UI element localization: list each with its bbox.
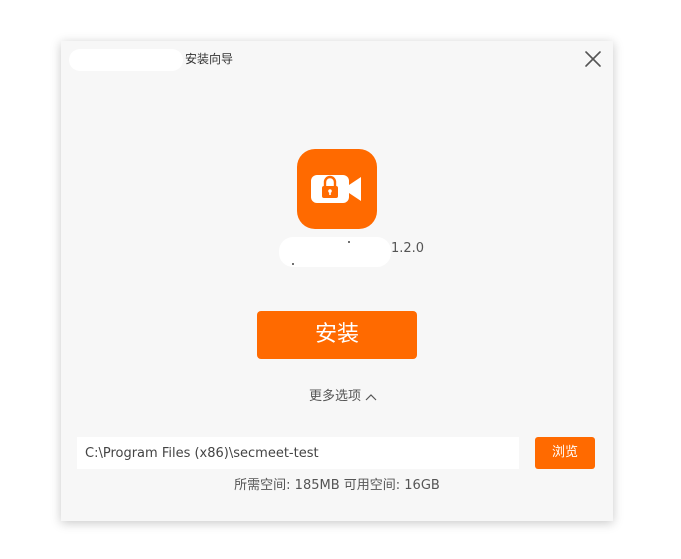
install-path-input[interactable] xyxy=(77,437,519,469)
redaction-artifact xyxy=(292,263,294,265)
close-button[interactable] xyxy=(583,49,603,69)
close-icon xyxy=(585,51,601,67)
install-button[interactable]: 安装 xyxy=(257,311,417,359)
disk-space-info: 所需空间: 185MB 可用空间: 16GB xyxy=(234,478,440,493)
redacted-title-region xyxy=(69,49,183,71)
installer-window: 安装向导 1.2.0 安装 更多选项 浏览 所需空间: 185MB 可用空间: … xyxy=(61,41,613,521)
chevron-up-icon xyxy=(365,394,377,401)
video-camera-lock-icon xyxy=(311,175,361,203)
window-title: 安装向导 xyxy=(185,52,234,66)
more-options-label: 更多选项 xyxy=(309,389,362,404)
more-options-toggle[interactable]: 更多选项 xyxy=(309,389,377,405)
app-logo xyxy=(297,149,377,229)
browse-button[interactable]: 浏览 xyxy=(535,437,595,469)
app-version: 1.2.0 xyxy=(391,241,425,256)
redaction-artifact xyxy=(348,241,350,243)
redacted-app-name xyxy=(279,237,391,267)
